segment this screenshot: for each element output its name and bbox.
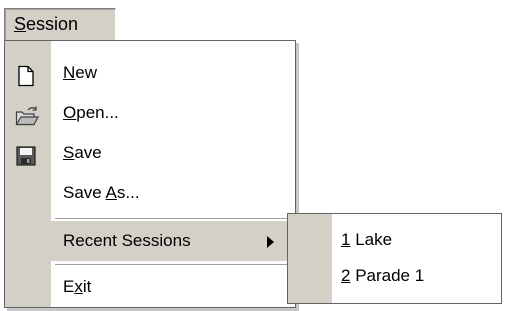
menu-item-new[interactable]: New <box>5 53 295 93</box>
menu-item-save-label: Save <box>63 143 102 162</box>
menu-item-recent-sessions[interactable]: Recent Sessions <box>5 221 295 261</box>
menu-item-save-as-label: Save As... <box>63 183 140 202</box>
menu-item-open[interactable]: Open... <box>5 93 295 133</box>
menu-separator <box>55 264 291 265</box>
menu-item-exit[interactable]: Exit <box>5 267 295 307</box>
open-folder-icon <box>15 102 39 126</box>
recent-session-item[interactable]: 1 Lake <box>288 222 501 258</box>
menu-item-exit-label: Exit <box>63 277 92 296</box>
save-disk-icon <box>15 142 37 166</box>
screen: Session New Open... Save Save As... Rece… <box>0 0 505 311</box>
recent-sessions-submenu: 1 Lake 2 Parade 1 <box>287 213 502 304</box>
menu-separator <box>55 218 291 219</box>
menu-item-recent-sessions-label: Recent Sessions <box>63 231 191 250</box>
new-file-icon <box>15 62 37 87</box>
menu-item-save[interactable]: Save <box>5 133 295 173</box>
recent-session-label: 2 Parade 1 <box>341 266 425 285</box>
menu-item-save-as[interactable]: Save As... <box>5 173 295 213</box>
submenu-arrow-icon <box>267 236 274 248</box>
menu-item-open-label: Open... <box>63 103 119 122</box>
menu-session[interactable]: Session <box>4 8 116 41</box>
session-dropdown: New Open... Save Save As... Recent Sessi… <box>4 40 296 308</box>
menu-item-new-label: New <box>63 63 98 82</box>
menu-session-label: ession <box>26 14 79 34</box>
recent-session-item[interactable]: 2 Parade 1 <box>288 258 501 294</box>
recent-session-label: 1 Lake <box>341 230 393 249</box>
menu-session-hotkey: S <box>14 14 27 34</box>
